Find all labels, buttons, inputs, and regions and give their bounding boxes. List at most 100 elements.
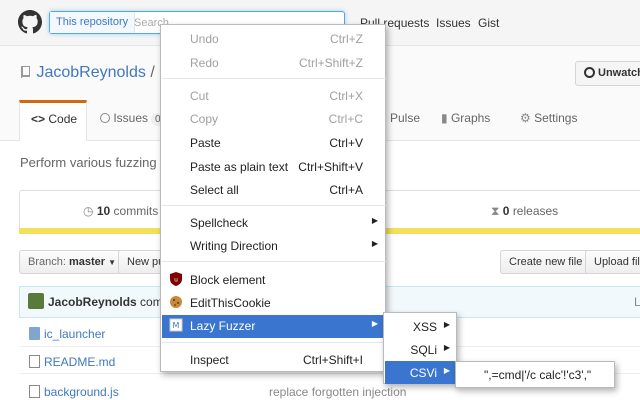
- nav-gist[interactable]: Gist: [478, 16, 499, 30]
- ublock-icon: u: [170, 272, 182, 286]
- menu-item-label: Select all: [190, 183, 239, 197]
- submenu-item-csvi[interactable]: CSVi ▶: [385, 361, 457, 384]
- menu-item-label: Redo: [190, 56, 219, 70]
- search-scope-label[interactable]: This repository: [50, 12, 136, 33]
- branch-label: Branch:: [28, 256, 66, 268]
- repo-title: JacobReynolds / La: [20, 64, 178, 82]
- commit-author[interactable]: JacobReynolds: [48, 295, 137, 309]
- menu-item-undo[interactable]: Undo Ctrl+Z: [162, 28, 386, 51]
- unwatch-button[interactable]: Unwatch: [575, 61, 640, 86]
- menu-item-redo[interactable]: Redo Ctrl+Shift+Z: [162, 52, 386, 75]
- menu-item-spellcheck[interactable]: Spellcheck ▶: [162, 212, 386, 235]
- menu-item-shortcut: Ctrl+Shift+Z: [298, 56, 363, 70]
- repo-icon: [21, 66, 30, 78]
- svg-text:u: u: [174, 277, 178, 284]
- file-icon: [29, 385, 40, 398]
- menu-item-label: Writing Direction: [190, 239, 278, 253]
- tab-settings[interactable]: ⚙ Settings: [520, 100, 577, 141]
- commits-count: 10: [96, 204, 111, 218]
- gear-icon: ⚙: [520, 111, 531, 125]
- submenu-item-xss[interactable]: XSS ▶: [385, 315, 457, 338]
- create-new-file-label: Create new file: [509, 256, 583, 268]
- menu-item-shortcut: Ctrl+Z: [330, 32, 363, 46]
- csvi-payload-item[interactable]: ",=cmd|'/c calc'!'c3',": [484, 368, 591, 382]
- upload-files-button[interactable]: Upload fil: [585, 250, 640, 274]
- menu-item-label: Undo: [190, 32, 219, 46]
- file-name[interactable]: README.md: [44, 355, 115, 369]
- menu-item-lazy-fuzzer[interactable]: M Lazy Fuzzer ▶: [162, 315, 386, 338]
- menu-item-shortcut: Ctrl+Shift+V: [298, 160, 363, 174]
- tab-code-label: Code: [48, 112, 78, 126]
- releases-link[interactable]: ⧗ 0 releases: [491, 204, 558, 219]
- history-icon: ◷: [83, 204, 94, 218]
- submenu-arrow-icon: ▶: [371, 239, 378, 248]
- csvi-submenu: ",=cmd|'/c calc'!'c3',": [455, 361, 615, 388]
- lazy-fuzzer-submenu: XSS ▶ SQLi ▶ CSVi ▶: [383, 312, 457, 384]
- menu-item-shortcut: Ctrl+C: [328, 112, 363, 126]
- avatar[interactable]: [28, 293, 44, 309]
- menu-separator: [162, 205, 386, 206]
- releases-count: 0: [502, 204, 510, 218]
- tab-graphs[interactable]: ▮ Graphs: [441, 100, 490, 141]
- submenu-arrow-icon: ▶: [443, 343, 450, 352]
- submenu-item-sqli[interactable]: SQLi ▶: [385, 338, 457, 361]
- menu-item-writing-direction[interactable]: Writing Direction ▶: [162, 235, 386, 258]
- tab-pulse[interactable]: Pulse: [390, 100, 420, 141]
- branch-name: master: [68, 256, 106, 268]
- branch-select-button[interactable]: Branch: master ▼: [19, 250, 126, 274]
- issue-icon: [100, 113, 110, 123]
- tab-pulse-label: Pulse: [390, 111, 421, 125]
- repo-owner-link[interactable]: JacobReynolds: [36, 64, 145, 81]
- commits-link[interactable]: ◷ 10 commits: [83, 204, 158, 218]
- menu-item-editthiscookie[interactable]: EditThisCookie: [162, 292, 386, 315]
- upload-files-label: Upload fil: [594, 256, 640, 268]
- menu-item-block-element[interactable]: u Block element: [162, 269, 386, 292]
- submenu-item-label: CSVi: [409, 366, 437, 380]
- menu-item-label: Block element: [190, 273, 266, 287]
- folder-icon: [29, 327, 40, 340]
- menu-item-shortcut: Ctrl+Shift+I: [302, 353, 363, 367]
- submenu-arrow-icon: ▶: [371, 319, 378, 328]
- menu-item-label: Paste as plain text: [190, 160, 289, 174]
- menu-separator: [162, 78, 386, 79]
- menu-item-shortcut: Ctrl+V: [329, 136, 363, 150]
- nav-issues[interactable]: Issues: [436, 16, 471, 30]
- repo-separator: /: [150, 64, 155, 81]
- menu-item-shortcut: Ctrl+X: [329, 89, 363, 103]
- unwatch-label: Unwatch: [598, 67, 640, 79]
- menu-item-label: Copy: [190, 112, 219, 126]
- menu-item-inspect[interactable]: Inspect Ctrl+Shift+I: [162, 349, 386, 372]
- menu-item-paste[interactable]: Paste Ctrl+V: [162, 132, 386, 155]
- menu-item-shortcut: Ctrl+A: [329, 183, 363, 197]
- submenu-arrow-icon: ▶: [443, 366, 450, 375]
- tab-code[interactable]: <> Code: [19, 100, 87, 141]
- menu-item-paste-plain[interactable]: Paste as plain text Ctrl+Shift+V: [162, 156, 386, 179]
- new-pull-request-button[interactable]: New pu: [118, 250, 163, 274]
- code-icon: <>: [31, 112, 46, 126]
- context-menu: Undo Ctrl+Z Redo Ctrl+Shift+Z Cut Ctrl+X Co…: [160, 24, 386, 372]
- caret-down-icon: ▼: [108, 258, 117, 267]
- menu-item-select-all[interactable]: Select all Ctrl+A: [162, 179, 386, 202]
- tab-graphs-label: Graphs: [450, 111, 491, 125]
- eye-icon: [584, 67, 595, 78]
- submenu-arrow-icon: ▶: [443, 320, 450, 329]
- tab-issues-label: Issues: [113, 111, 149, 125]
- menu-item-copy[interactable]: Copy Ctrl+C: [162, 108, 386, 131]
- latest-commit-link[interactable]: L: [634, 295, 640, 309]
- menu-item-label: EditThisCookie: [190, 296, 271, 310]
- github-logo-icon[interactable]: [18, 10, 42, 34]
- svg-text:M: M: [173, 321, 180, 330]
- file-commit-message[interactable]: replace forgotten injection: [269, 385, 406, 399]
- releases-label: releases: [512, 204, 559, 218]
- menu-item-label: Spellcheck: [190, 216, 249, 230]
- tab-issues[interactable]: Issues 0: [100, 100, 165, 141]
- menu-item-cut[interactable]: Cut Ctrl+X: [162, 85, 386, 108]
- submenu-item-label: XSS: [412, 320, 437, 334]
- menu-item-label: Paste: [190, 136, 221, 150]
- submenu-item-label: SQLi: [410, 343, 437, 357]
- file-name[interactable]: background.js: [44, 385, 119, 399]
- submenu-arrow-icon: ▶: [371, 216, 378, 225]
- lazy-fuzzer-icon: M: [169, 318, 183, 332]
- file-name[interactable]: ic_launcher: [44, 327, 105, 341]
- create-new-file-button[interactable]: Create new file: [500, 250, 592, 274]
